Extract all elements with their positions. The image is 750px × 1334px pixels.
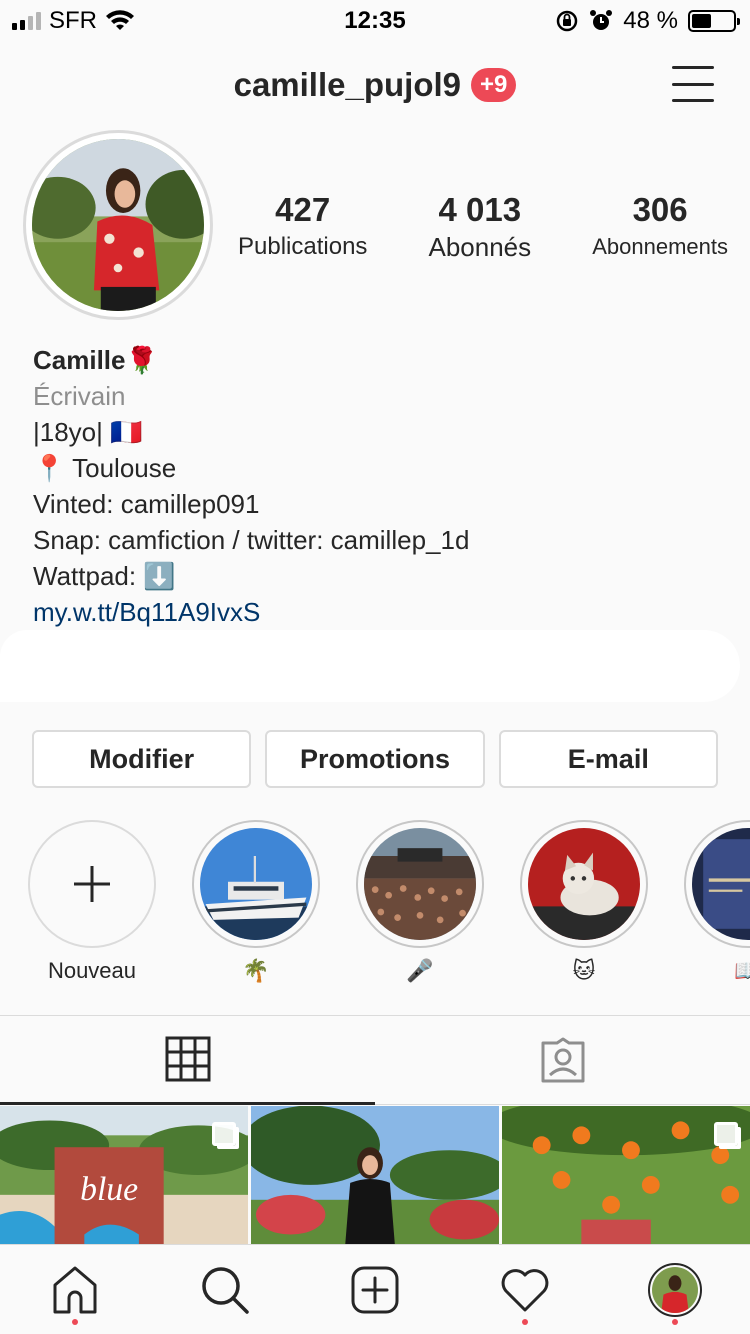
heart-icon: [501, 1268, 549, 1311]
svg-text:blue: blue: [80, 1171, 138, 1208]
profile-category: Écrivain: [33, 381, 126, 411]
stat-followers[interactable]: 4 013 Abonnés: [429, 190, 532, 264]
highlight-label: 🎤: [406, 958, 434, 983]
grid-icon: [165, 1036, 210, 1082]
highlight-item[interactable]: 🌴: [192, 820, 320, 986]
status-right: 48 %: [555, 7, 740, 35]
notification-dot: [522, 1318, 528, 1325]
search-icon: [202, 1266, 249, 1314]
plus-icon: [74, 866, 110, 902]
add-post-icon: [351, 1266, 399, 1313]
profile-actions: Modifier Promotions E-mail: [32, 730, 718, 788]
notification-dot: [72, 1318, 78, 1325]
bio-snap: Snap: camfiction / twitter: camillep_1d: [33, 525, 470, 555]
menu-icon[interactable]: [672, 66, 714, 102]
profile-avatar: [648, 1262, 702, 1317]
multiple-photos-icon: [714, 1122, 738, 1146]
username: camille_pujol9: [233, 66, 462, 103]
bio-name-line: Camille🌹: [33, 342, 469, 378]
bio-age-line: |18yo| 🇫🇷: [33, 414, 469, 450]
profile-tabs: [0, 1015, 750, 1105]
stat-label: Publications: [238, 233, 368, 260]
status-bar: SFR 12:35 48 %: [0, 0, 750, 40]
stat-value: 306: [632, 191, 688, 228]
bio-location: Toulouse: [72, 453, 177, 483]
flag-emoji: 🇫🇷: [110, 417, 143, 447]
cat-photo: [528, 828, 640, 940]
profile-stats: 427 Publications 4 013 Abonnés 306 Abonn…: [238, 190, 728, 264]
email-button[interactable]: E-mail: [498, 730, 718, 788]
highlight-item[interactable]: 🎤: [356, 820, 484, 986]
promotions-button[interactable]: Promotions: [265, 730, 485, 788]
tab-tagged[interactable]: [375, 1016, 750, 1105]
notification-dot: [672, 1318, 678, 1325]
battery-icon: [688, 10, 740, 32]
account-switcher[interactable]: camille_pujol9 +9: [0, 66, 750, 104]
pin-emoji: 📍: [33, 453, 66, 483]
concert-photo: [364, 828, 476, 940]
tagged-icon: [541, 1037, 584, 1083]
highlight-item[interactable]: 📖: [684, 820, 750, 986]
post-image: blue: [0, 1106, 248, 1244]
nav-search[interactable]: [190, 1255, 260, 1325]
posts-grid: blue: [0, 1106, 750, 1244]
bio-age: |18yo|: [33, 417, 103, 447]
profile-avatar[interactable]: [23, 130, 213, 320]
multiple-photos-icon: [212, 1122, 236, 1146]
stat-following[interactable]: 306 Abonnements: [592, 190, 728, 264]
profile-photo: [32, 139, 204, 311]
highlight-ring: [356, 820, 484, 948]
stat-label: Abonnés: [428, 232, 532, 262]
tab-grid[interactable]: [0, 1016, 375, 1105]
highlight-new[interactable]: Nouveau: [28, 820, 156, 986]
down-arrow-emoji: ⬇️: [143, 561, 176, 591]
highlight-label: 🐱: [572, 958, 596, 983]
post-thumbnail[interactable]: blue: [0, 1106, 248, 1244]
post-thumbnail[interactable]: [502, 1106, 750, 1244]
book-photo: [692, 828, 750, 940]
stat-publications[interactable]: 427 Publications: [238, 190, 367, 264]
profile-bio: Camille🌹 Écrivain |18yo| 🇫🇷 📍 Toulouse V…: [33, 342, 469, 630]
bio-location-line: 📍 Toulouse: [33, 450, 469, 486]
highlight-label: 📖: [734, 958, 750, 983]
post-image: [251, 1106, 499, 1244]
redaction-mark: [0, 630, 740, 702]
story-highlights: Nouveau 🌴 🎤 🐱 📖: [0, 820, 750, 990]
highlight-ring: [684, 820, 750, 948]
stat-value: 4 013: [438, 191, 522, 228]
nav-new-post[interactable]: [340, 1255, 410, 1325]
post-thumbnail[interactable]: [251, 1106, 499, 1244]
bio-vinted: Vinted: camillep091: [33, 489, 260, 519]
stat-value: 427: [275, 191, 331, 228]
boat-photo: [200, 828, 312, 940]
highlight-ring: [520, 820, 648, 948]
nav-activity[interactable]: [490, 1255, 560, 1325]
alarm-icon: [590, 10, 613, 30]
bio-wattpad: Wattpad:: [33, 561, 137, 591]
bio-wattpad-line: Wattpad: ⬇️: [33, 558, 469, 594]
display-name: Camille: [33, 345, 126, 375]
profile-header: camille_pujol9 +9: [0, 60, 750, 110]
edit-profile-button[interactable]: Modifier: [32, 730, 252, 788]
highlight-ring: [192, 820, 320, 948]
post-image: [502, 1106, 750, 1244]
rose-emoji: 🌹: [125, 345, 158, 375]
highlight-label: Nouveau: [47, 958, 137, 983]
rotation-lock-icon: [557, 10, 578, 32]
highlight-item[interactable]: 🐱: [520, 820, 648, 986]
bio-link[interactable]: my.w.tt/Bq11A9IvxS: [33, 594, 469, 630]
nav-profile[interactable]: [640, 1255, 710, 1325]
new-highlight-circle: [28, 820, 156, 948]
notification-badge: +9: [471, 68, 517, 102]
bottom-navigation: [0, 1244, 750, 1334]
stat-label: Abonnements: [592, 234, 728, 259]
battery-percent: 48 %: [623, 7, 678, 34]
home-icon: [53, 1266, 97, 1313]
nav-home[interactable]: [40, 1255, 110, 1325]
highlight-label: 🌴: [242, 958, 270, 983]
